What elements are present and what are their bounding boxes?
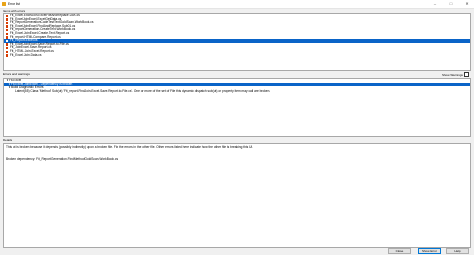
error-icon — [6, 14, 9, 17]
error-icon — [6, 18, 9, 21]
close-icon[interactable]: ✕ — [464, 1, 470, 6]
error-icon — [6, 28, 9, 32]
show-error-button[interactable]: Show Error — [418, 248, 441, 254]
window-title: Error list — [8, 2, 20, 6]
details-line: Broken dependency: Fit_ReportGeneration.… — [6, 157, 119, 161]
error-icon — [6, 39, 9, 43]
error-text: Latent(55) Class 'Method' Sub(ut) 'Fit_r… — [15, 88, 271, 93]
details-label: Details — [3, 138, 13, 142]
error-icon — [6, 43, 9, 46]
minimize-icon[interactable]: – — [432, 1, 438, 6]
file-list-item[interactable]: Fit_Excel.Join.Data.cs — [4, 52, 470, 58]
window-controls: – □ ✕ — [432, 1, 470, 6]
error-icon — [6, 25, 9, 28]
error-icon — [6, 21, 9, 25]
show-warnings-checkbox[interactable]: Show Warnings — [442, 72, 470, 77]
error-icon — [6, 46, 9, 50]
help-button[interactable]: Help — [446, 248, 469, 254]
error-icon — [6, 54, 9, 57]
error-icon — [6, 36, 9, 39]
maximize-icon[interactable]: □ — [448, 1, 454, 6]
errors-tree[interactable]: ▾ Fit.Excel ▾ Fit.Excel.JoinExcel - Depende… — [3, 78, 471, 137]
close-button[interactable]: Close — [388, 248, 411, 254]
title-bar: Error list – □ ✕ — [0, 0, 474, 9]
error-tree-item[interactable]: Latent(55) Class 'Method' Sub(ut) 'Fit_r… — [4, 88, 470, 94]
error-icon — [6, 50, 9, 53]
file-name: Fit_Excel.Join.Data.cs — [9, 52, 42, 57]
errors-label: Errors and warnings — [3, 72, 30, 76]
show-warnings-label: Show Warnings — [442, 72, 463, 77]
checkbox-box[interactable] — [464, 72, 470, 77]
files-list[interactable]: Fit_Excel.ExcelJoin.ExcelFileAndReplace.… — [3, 13, 471, 71]
details-text: This ut is broken because it depends (po… — [3, 143, 471, 248]
warning-icon — [2, 1, 6, 6]
error-icon — [6, 32, 9, 35]
